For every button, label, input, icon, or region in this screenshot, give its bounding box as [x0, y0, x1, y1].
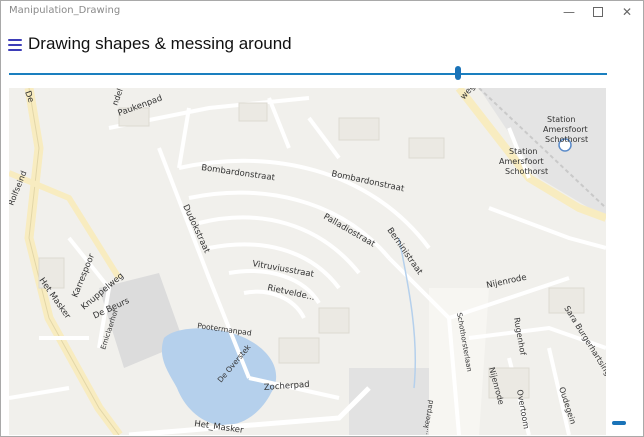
maximize-button[interactable]	[584, 1, 612, 23]
map-label-station-2: Amersfoort	[543, 125, 588, 134]
maximize-icon	[593, 7, 603, 17]
scrollbar-thumb[interactable]	[612, 421, 626, 425]
page-header: Drawing shapes & messing around	[1, 25, 643, 65]
map-view[interactable]: Paukenpad Bombardonstraat Bombardonstraa…	[9, 88, 606, 435]
map-label-station-b1: Station	[509, 147, 537, 156]
map-label-station-b2: Amersfoort	[499, 157, 544, 166]
slider[interactable]	[9, 66, 607, 84]
app-window: Manipulation_Drawing — ✕ Drawing shapes …	[0, 0, 644, 437]
map-label-station-3: Schothorst	[545, 135, 588, 144]
minimize-icon: —	[563, 5, 575, 19]
title-bar: Manipulation_Drawing — ✕	[1, 1, 643, 23]
close-button[interactable]: ✕	[613, 1, 641, 23]
minimize-button[interactable]: —	[555, 1, 583, 23]
page-title: Drawing shapes & messing around	[28, 34, 292, 53]
hamburger-menu-icon[interactable]	[8, 39, 22, 51]
map-label-station-1: Station	[547, 115, 575, 124]
map-canvas[interactable]: Paukenpad Bombardonstraat Bombardonstraa…	[9, 88, 606, 435]
slider-track[interactable]	[9, 73, 607, 75]
window-title: Manipulation_Drawing	[9, 5, 121, 16]
map-label-station-b3: Schothorst	[505, 167, 548, 176]
close-icon: ✕	[621, 5, 633, 19]
vertical-scrollbar[interactable]	[610, 88, 628, 435]
slider-thumb[interactable]	[454, 66, 461, 80]
